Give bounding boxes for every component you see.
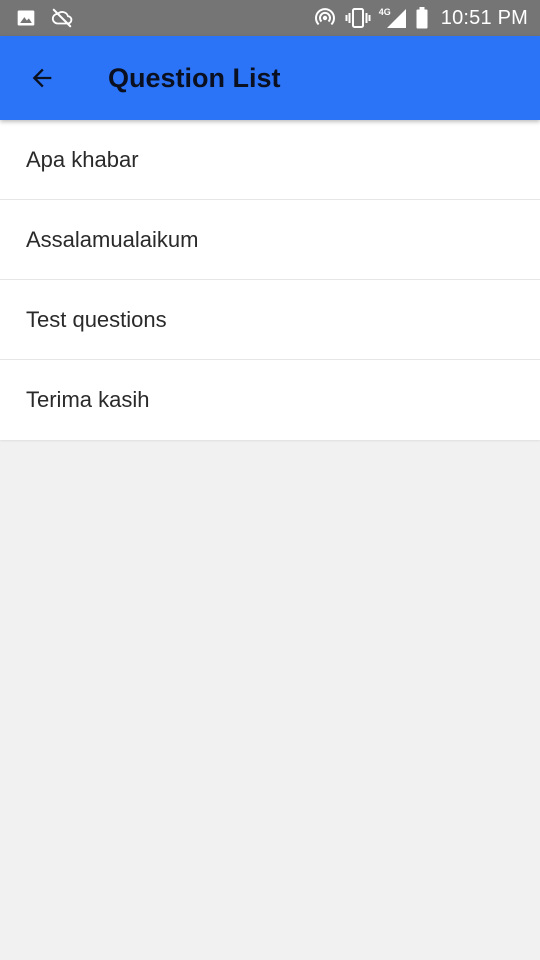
status-left-icons bbox=[16, 6, 74, 30]
signal-icon: 4G bbox=[379, 7, 407, 29]
question-item[interactable]: Test questions bbox=[0, 280, 540, 360]
hotspot-icon bbox=[313, 6, 337, 30]
question-item[interactable]: Assalamualaikum bbox=[0, 200, 540, 280]
back-arrow-icon bbox=[32, 68, 52, 88]
vibrate-icon bbox=[345, 6, 371, 30]
question-list: Apa khabar Assalamualaikum Test question… bbox=[0, 120, 540, 440]
status-time: 10:51 PM bbox=[440, 6, 528, 29]
status-right-icons: 4G 10:51 PM bbox=[313, 6, 528, 30]
status-bar: 4G 10:51 PM bbox=[0, 0, 540, 36]
cloud-off-icon bbox=[50, 7, 74, 29]
battery-icon bbox=[415, 6, 429, 30]
network-type-label: 4G bbox=[378, 7, 391, 17]
question-item[interactable]: Apa khabar bbox=[0, 120, 540, 200]
app-bar: Question List bbox=[0, 36, 540, 120]
page-title: Question List bbox=[108, 63, 281, 93]
back-button[interactable] bbox=[18, 54, 66, 102]
image-icon bbox=[16, 8, 36, 28]
question-item[interactable]: Terima kasih bbox=[0, 360, 540, 440]
